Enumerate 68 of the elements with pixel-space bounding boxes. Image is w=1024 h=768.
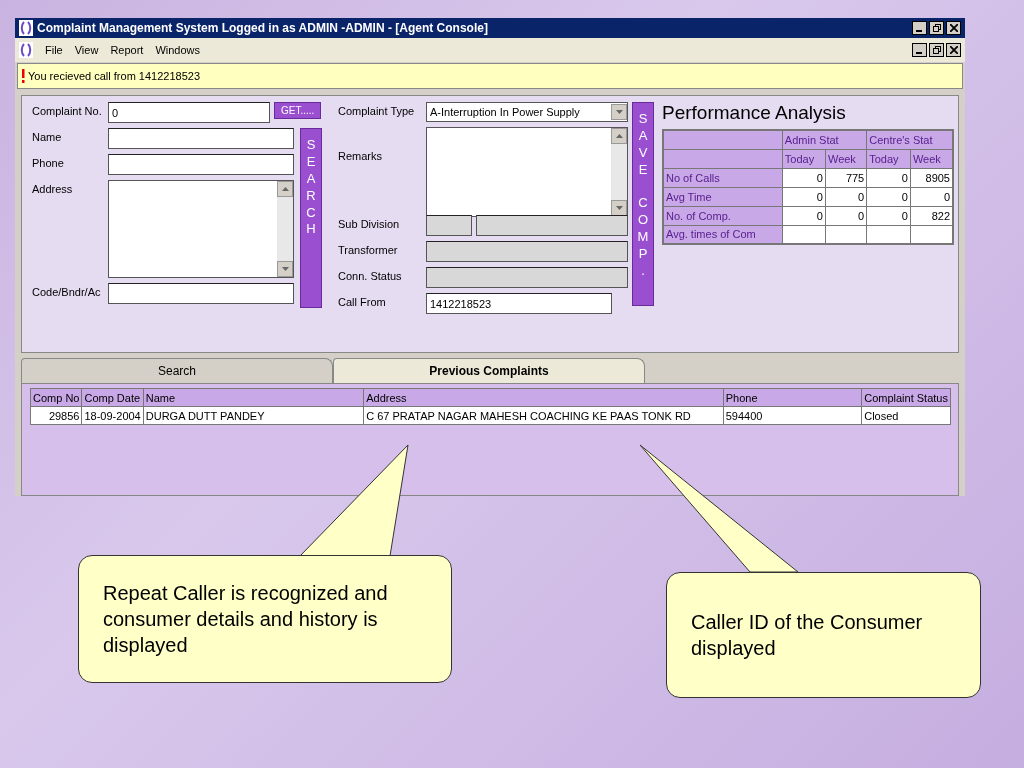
field-label: Phone bbox=[32, 156, 65, 169]
up-arrow-icon[interactable] bbox=[281, 187, 289, 191]
complaint-number-field[interactable]: 0 bbox=[108, 102, 270, 123]
row-header: No of Calls bbox=[663, 168, 783, 187]
table-header: Centre's Stat bbox=[866, 130, 953, 149]
section-title: Performance Analysis bbox=[662, 102, 847, 124]
field-label: Remarks bbox=[338, 149, 383, 162]
field-label: Call From bbox=[338, 295, 387, 308]
exclamation-icon bbox=[21, 69, 25, 83]
callout-text: Caller ID of the Consumer displayed bbox=[666, 572, 981, 698]
restore-button[interactable] bbox=[929, 43, 944, 57]
down-arrow-icon[interactable] bbox=[281, 267, 289, 271]
name-field[interactable] bbox=[108, 128, 294, 149]
minimize-button[interactable] bbox=[912, 21, 927, 35]
up-arrow-icon[interactable] bbox=[615, 134, 623, 138]
close-icon bbox=[949, 24, 958, 32]
field-label: Code/Bndr/Ac bbox=[32, 285, 102, 298]
restore-icon bbox=[932, 24, 941, 32]
field-label: Transformer bbox=[338, 243, 399, 256]
scrollbar[interactable] bbox=[611, 128, 627, 216]
row-header: Avg. times of Com bbox=[663, 225, 783, 244]
column-header[interactable]: Comp Date bbox=[81, 388, 144, 407]
window-title: Complaint Management System Logged in as ADMIN -ADMIN - [Agent Console] bbox=[37, 21, 489, 35]
restore-button[interactable] bbox=[929, 21, 944, 35]
minimize-button[interactable] bbox=[912, 43, 927, 57]
notification-text: You recieved call from 1412218523 bbox=[28, 70, 201, 82]
row-header: No. of Comp. bbox=[663, 206, 783, 225]
menu-item[interactable]: File bbox=[45, 44, 63, 56]
column-header[interactable]: Complaint Status bbox=[861, 388, 951, 407]
sub-division-field[interactable] bbox=[476, 215, 628, 236]
field-label: Address bbox=[32, 182, 74, 195]
menu-item[interactable]: Windows bbox=[155, 44, 201, 56]
field-label: Conn. Status bbox=[338, 269, 403, 282]
row-header: Avg Time bbox=[663, 187, 783, 206]
field-label: Name bbox=[32, 130, 63, 143]
phone-field[interactable] bbox=[108, 154, 294, 175]
address-field[interactable] bbox=[108, 180, 294, 278]
table-header: Admin Stat bbox=[782, 130, 867, 149]
code-field[interactable] bbox=[108, 283, 294, 304]
field-label: Sub Division bbox=[338, 217, 401, 230]
sub-division-code-field[interactable] bbox=[426, 215, 472, 236]
column-header[interactable]: Comp No bbox=[30, 388, 82, 407]
app-logo-icon bbox=[19, 42, 33, 58]
app-logo-icon bbox=[19, 20, 33, 36]
tab[interactable]: Search bbox=[21, 358, 333, 383]
field-label: Complaint Type bbox=[338, 104, 416, 117]
menu-item[interactable]: Report bbox=[110, 44, 144, 56]
close-button[interactable] bbox=[946, 21, 961, 35]
restore-icon bbox=[932, 46, 941, 54]
scrollbar[interactable] bbox=[277, 181, 293, 277]
down-arrow-icon[interactable] bbox=[615, 110, 623, 114]
close-icon bbox=[949, 46, 958, 54]
call-from-field[interactable]: 1412218523 bbox=[426, 293, 612, 314]
down-arrow-icon[interactable] bbox=[615, 206, 623, 210]
column-header[interactable]: Phone bbox=[723, 388, 862, 407]
column-header[interactable]: Name bbox=[143, 388, 364, 407]
close-button[interactable] bbox=[946, 43, 961, 57]
search-button[interactable]: SEARCH bbox=[300, 128, 322, 308]
column-header[interactable]: Address bbox=[363, 388, 724, 407]
complaint-type-dropdown[interactable]: A-Interruption In Power Supply bbox=[426, 102, 628, 122]
menu-item[interactable]: View bbox=[74, 44, 99, 56]
remarks-field[interactable] bbox=[426, 127, 628, 217]
field-label: Complaint No. bbox=[32, 104, 103, 117]
connection-status-field[interactable] bbox=[426, 267, 628, 288]
tab[interactable]: Previous Complaints bbox=[333, 358, 645, 383]
save-button[interactable]: SAVE COMP. bbox=[632, 102, 654, 306]
transformer-field[interactable] bbox=[426, 241, 628, 262]
get-button[interactable]: GET..... bbox=[274, 102, 322, 119]
